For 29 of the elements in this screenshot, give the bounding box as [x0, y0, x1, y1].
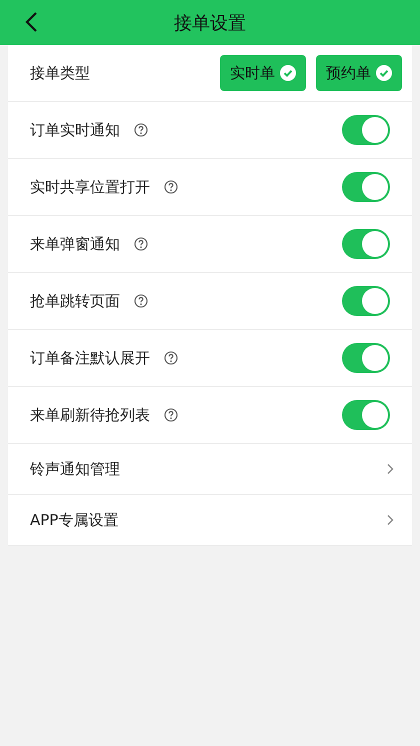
setting-label: 订单备注默认展开 [30, 348, 150, 368]
order-type-option[interactable]: 预约单 [316, 55, 402, 91]
toggle-switch[interactable] [342, 229, 390, 259]
setting-label: 订单实时通知 [30, 120, 120, 140]
back-icon[interactable] [24, 11, 38, 33]
chevron-right-icon [386, 514, 394, 526]
check-icon [280, 65, 296, 81]
order-type-option[interactable]: 实时单 [220, 55, 306, 91]
toggle-switch[interactable] [342, 400, 390, 430]
toggle-switch[interactable] [342, 286, 390, 316]
chevron-right-icon [386, 463, 394, 475]
help-icon[interactable] [134, 123, 148, 137]
setting-label: 来单弹窗通知 [30, 234, 120, 254]
setting-label: 接单类型 [30, 64, 90, 82]
setting-label: 抢单跳转页面 [30, 292, 120, 310]
setting-label: 实时共享位置打开 [30, 178, 150, 196]
help-icon[interactable] [164, 408, 178, 422]
page-title: 接单设置 [174, 12, 246, 34]
check-icon [376, 65, 392, 81]
toggle-switch[interactable] [342, 172, 390, 202]
setting-label: 来单刷新待抢列表 [30, 406, 150, 424]
help-icon[interactable] [134, 237, 148, 251]
help-icon[interactable] [134, 294, 148, 308]
toggle-switch[interactable] [342, 115, 390, 145]
toggle-switch[interactable] [342, 343, 390, 373]
menu-item-label[interactable]: 铃声通知管理 [30, 460, 120, 478]
help-icon[interactable] [164, 351, 178, 365]
menu-item-label[interactable]: APP专属设置 [30, 510, 118, 530]
help-icon[interactable] [164, 180, 178, 194]
